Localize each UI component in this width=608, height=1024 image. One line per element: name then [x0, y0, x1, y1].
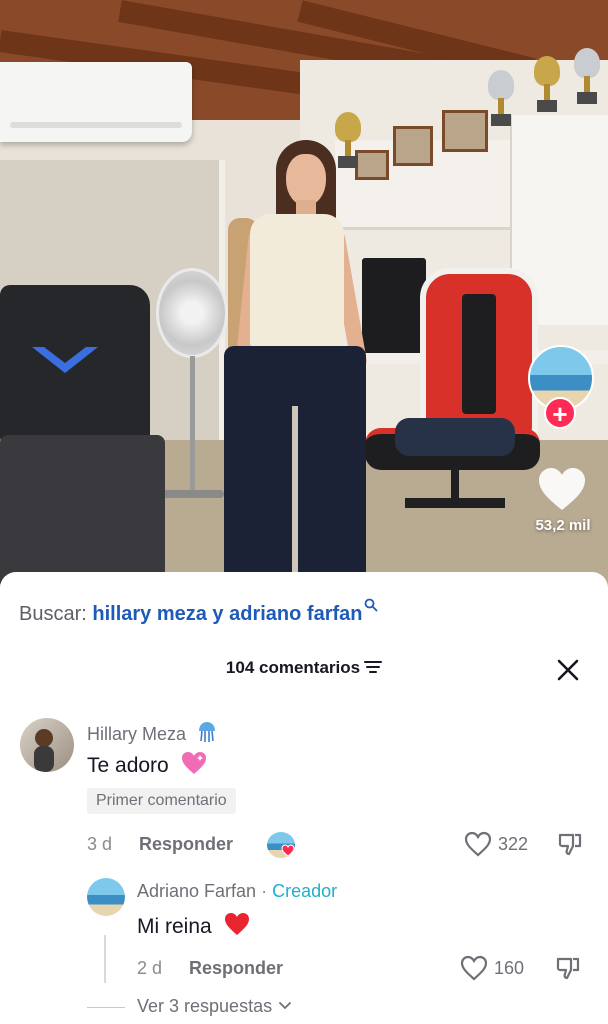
sparkling-heart-emoji-icon: [181, 752, 206, 774]
heart-icon[interactable]: [537, 466, 587, 512]
like-heart-icon[interactable]: [460, 955, 488, 981]
comments-sheet: Buscar: hillary meza y adriano farfan 10…: [0, 572, 608, 1024]
like-count: 53,2 mil: [535, 517, 591, 534]
pc-logo-icon: [32, 347, 98, 373]
air-conditioner: [0, 62, 192, 142]
pc-case: [0, 285, 170, 590]
search-label: Buscar:: [19, 603, 87, 625]
reply-time: 2 d: [137, 958, 163, 978]
avatar[interactable]: [20, 718, 74, 772]
jellyfish-emoji-icon: [199, 722, 216, 742]
like-count: 160: [494, 958, 525, 978]
person: [220, 140, 370, 576]
like-count: 322: [498, 834, 529, 854]
divider: [87, 1007, 125, 1008]
reply-button[interactable]: Responder: [139, 834, 233, 855]
creator-liked-icon: [267, 832, 295, 858]
dislike-icon[interactable]: [555, 955, 581, 981]
avatar[interactable]: [87, 878, 125, 916]
first-comment-badge: Primer comentario: [87, 788, 236, 814]
gaming-chair: [365, 268, 540, 568]
picture-frame: [442, 110, 488, 152]
dislike-icon[interactable]: [557, 831, 583, 857]
video-player[interactable]: + 53,2 mil: [0, 0, 608, 590]
follow-plus-icon[interactable]: +: [544, 397, 576, 429]
chevron-down-icon: [279, 1002, 292, 1010]
search-suggestion[interactable]: Buscar: hillary meza y adriano farfan: [19, 598, 378, 626]
search-query-link[interactable]: hillary meza y adriano farfan: [92, 603, 362, 625]
comment-author[interactable]: Hillary Meza: [87, 721, 217, 745]
thread-line: [104, 935, 106, 983]
red-heart-emoji-icon: [224, 913, 249, 935]
like-heart-icon[interactable]: [464, 831, 492, 857]
comment-time: 3 d: [87, 834, 113, 854]
comments-count: 104 comentarios: [225, 658, 361, 677]
reply-text: Mi reina: [137, 912, 250, 939]
trophy: [534, 56, 560, 116]
reply-button[interactable]: Responder: [189, 958, 283, 979]
search-icon: [365, 598, 378, 612]
reply-author[interactable]: Adriano Farfan · Creador: [137, 881, 337, 902]
user-photo-icon: [34, 729, 54, 772]
trophy: [488, 70, 514, 130]
close-icon[interactable]: [555, 657, 581, 683]
creator-label: Creador: [272, 881, 338, 901]
filter-icon[interactable]: [364, 660, 383, 674]
trophy: [574, 48, 600, 108]
picture-frame: [393, 126, 433, 166]
comments-header: 104 comentarios: [0, 658, 608, 678]
view-more-replies-button[interactable]: Ver 3 respuestas: [137, 996, 292, 1017]
heart-icon: [281, 844, 295, 857]
comment-text: Te adoro: [87, 751, 207, 778]
